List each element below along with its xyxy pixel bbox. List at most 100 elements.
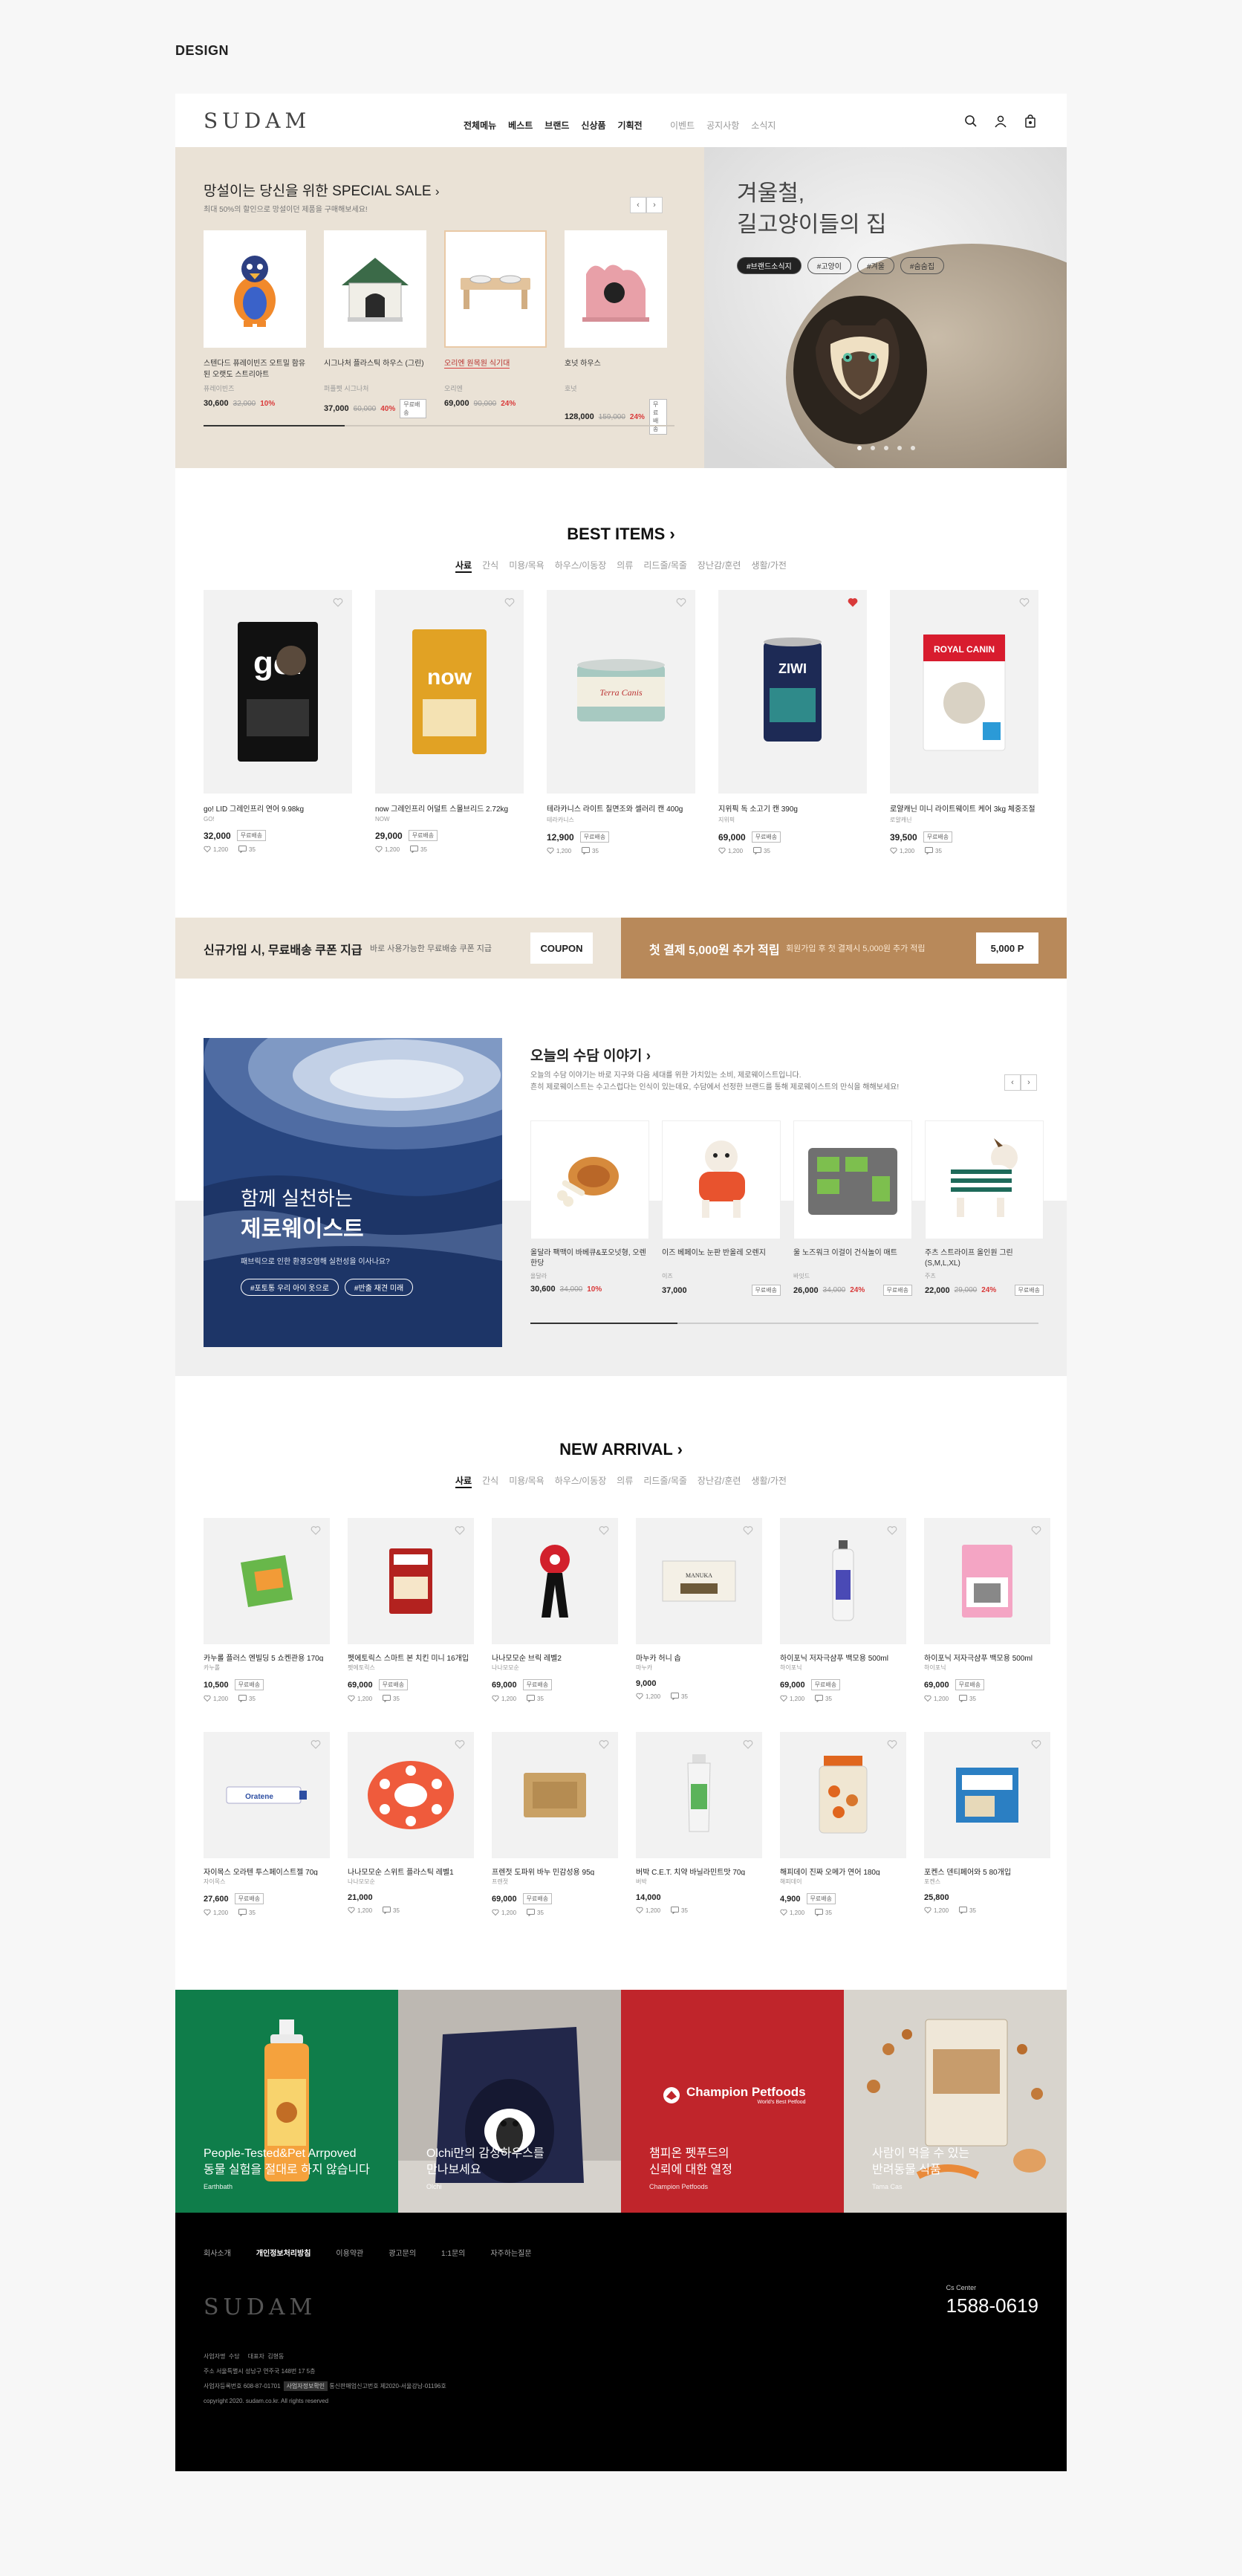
product-image[interactable]: now: [375, 590, 524, 794]
hero-banner[interactable]: 겨울철, 길고양이들의 집 #브랜드소식지 #고양이 #겨울 #숨숨집: [704, 147, 1067, 468]
brand-banner-earthbath[interactable]: People-Tested&Pet Arrpoved 동물 실험을 절대로 하지 …: [175, 1990, 398, 2213]
product-image[interactable]: [530, 1120, 649, 1239]
like-heart-icon[interactable]: [1031, 1739, 1041, 1750]
product-name[interactable]: 스텐다드 퓨레이빈즈 오트밀 함유된 오랫도 스트리아트: [204, 358, 306, 380]
hero-tag[interactable]: #겨울: [856, 257, 894, 274]
product-name[interactable]: 테라카니스 라이트 칠면조와 셀러리 캔 400g: [547, 802, 695, 813]
product-name[interactable]: 해피데이 진짜 오메가 연어 180g: [780, 1866, 906, 1875]
product-name[interactable]: 시그나처 플라스틱 하우스 (그린): [324, 358, 426, 380]
product-card[interactable]: go. go! LID 그레인프리 연어 9.98kg GO! 32,000 무료배송 1…: [204, 590, 352, 854]
product-card[interactable]: 나나모모순 브릭 레벨2 나나모모순 69,000 무료배송 1,200 35: [492, 1518, 618, 1702]
product-card[interactable]: now now 그레인프리 어덜트 스몰브리드 2.72kg NOW 29,000 무료…: [375, 590, 524, 854]
product-name[interactable]: 주츠 스트라이프 올인원 그린 (S,M,L,XL): [925, 1248, 1044, 1269]
carousel-dot[interactable]: [911, 446, 915, 450]
carousel-dot[interactable]: [871, 446, 875, 450]
product-image[interactable]: Oratene: [204, 1732, 330, 1858]
product-image[interactable]: [925, 1120, 1044, 1239]
product-image[interactable]: [348, 1518, 474, 1644]
product-image[interactable]: ZIWI: [718, 590, 867, 794]
cs-phone-number[interactable]: 1588-0619: [946, 2294, 1038, 2317]
cart-icon[interactable]: [1024, 114, 1037, 128]
story-product-card[interactable]: 울 노즈워크 이걸이 건식놀이 매트 바잇드 26,000 34,000 24% 무료배송: [793, 1120, 912, 1296]
product-image[interactable]: [924, 1518, 1050, 1644]
nav-event[interactable]: 이벤트: [670, 119, 695, 132]
product-image[interactable]: MANUKA: [636, 1518, 762, 1644]
category-tab[interactable]: 장난감/훈련: [698, 1474, 741, 1488]
category-tab[interactable]: 간식: [482, 559, 498, 573]
nav-brand[interactable]: 브랜드: [544, 119, 569, 132]
product-card[interactable]: Terra Canis 테라카니스 라이트 칠면조와 셀러리 캔 400g 테라카니…: [547, 590, 695, 854]
business-info-button[interactable]: 사업자정보확인: [283, 2381, 328, 2391]
new-arrival-title[interactable]: NEW ARRIVAL ›: [175, 1440, 1067, 1459]
sale-title[interactable]: 망설이는 당신을 위한 SPECIAL SALE ›: [204, 180, 440, 200]
product-name[interactable]: 프렌젓 도파위 바누 민감성용 95g: [492, 1866, 618, 1875]
product-card[interactable]: 펫에토릭스 스마트 본 치킨 미니 16개입 펫에토릭스 69,000 무료배송 1,2…: [348, 1518, 474, 1702]
footer-link[interactable]: 1:1문의: [441, 2247, 465, 2258]
category-tab[interactable]: 의류: [617, 559, 633, 573]
footer-link[interactable]: 자주하는질문: [490, 2247, 531, 2258]
like-heart-icon[interactable]: [455, 1739, 465, 1750]
like-heart-icon[interactable]: [676, 597, 686, 608]
nav-exhibition[interactable]: 기획전: [618, 119, 643, 132]
like-heart-icon[interactable]: [333, 597, 343, 608]
like-heart-icon[interactable]: [504, 597, 515, 608]
category-tab[interactable]: 미용/목욕: [509, 559, 544, 573]
hero-tag[interactable]: #고양이: [807, 257, 851, 274]
product-card[interactable]: ZIWI 지위픽 독 소고기 캔 390g 지위픽 69,000 무료배송 1,200 35: [718, 590, 867, 854]
product-card[interactable]: 포켄스 덴티페어와 5 80개입 포켄스 25,800 1,200 35: [924, 1732, 1050, 1916]
sale-item[interactable]: 오리엔 원목원 식기대 오리엔 69,000 90,000 24%: [444, 230, 547, 435]
like-heart-icon[interactable]: [310, 1525, 321, 1536]
product-name[interactable]: 오리엔 원목원 식기대: [444, 358, 547, 380]
category-tab[interactable]: 간식: [482, 1474, 498, 1488]
like-heart-icon[interactable]: [310, 1739, 321, 1750]
product-card[interactable]: 하이포닉 저자극샴푸 백모용 500ml 하이포닉 69,000 무료배송 1,200 3…: [924, 1518, 1050, 1702]
hero-tag[interactable]: #숨숨집: [900, 257, 945, 274]
brand-banner-olchi[interactable]: Olchi만의 감성하우스를 만나보세요 Olchi: [398, 1990, 621, 2213]
product-image[interactable]: [793, 1120, 912, 1239]
product-image[interactable]: [780, 1518, 906, 1644]
nav-best[interactable]: 베스트: [508, 119, 533, 132]
product-name[interactable]: 올달라 팩맥이 바베큐&포오넛형, 오렌 한당: [530, 1248, 649, 1269]
sale-scroll-thumb[interactable]: [204, 425, 345, 426]
product-image[interactable]: [662, 1120, 781, 1239]
footer-link[interactable]: 광고문의: [388, 2247, 416, 2258]
product-name[interactable]: go! LID 그레인프리 연어 9.98kg: [204, 802, 352, 813]
product-card[interactable]: 카누롤 플러스 엔빌딩 5 쇼켄관용 170g 카누롤 10,500 무료배송 1,20…: [204, 1518, 330, 1702]
category-tab[interactable]: 장난감/훈련: [698, 559, 741, 573]
brand-banner-champion[interactable]: Champion Petfoods World's Best Petfood 챔피…: [621, 1990, 844, 2213]
product-card[interactable]: MANUKA 마누카 허니 솝 마누카 9,000 1,200 35: [636, 1518, 762, 1702]
product-name[interactable]: 이즈 베페이노 눈판 반올레 오렌지: [662, 1248, 781, 1269]
product-card[interactable]: 해피데이 진짜 오메가 연어 180g 해피데이 4,900 무료배송 1,200 35: [780, 1732, 906, 1916]
footer-link[interactable]: 회사소개: [204, 2247, 231, 2258]
nav-all-menu[interactable]: 전체메뉴: [464, 119, 496, 132]
brand-banner-tamacas[interactable]: 사람이 먹을 수 있는 반려동물 식품 Tama Cas: [844, 1990, 1067, 2213]
category-tab[interactable]: 생활/가전: [751, 1474, 787, 1488]
carousel-dot[interactable]: [857, 446, 862, 450]
footer-logo[interactable]: SUDAM: [204, 2294, 316, 2320]
sale-item[interactable]: 스텐다드 퓨레이빈즈 오트밀 함유된 오랫도 스트리아트 퓨레이빈즈 30,60…: [204, 230, 306, 435]
like-heart-icon[interactable]: [1019, 597, 1030, 608]
category-tab[interactable]: 의류: [617, 1474, 633, 1488]
signup-coupon-banner[interactable]: 신규가입 시, 무료배송 쿠폰 지급 바로 사용가능한 무료배송 쿠폰 지급 C…: [175, 918, 621, 979]
product-image[interactable]: [492, 1518, 618, 1644]
carousel-dot[interactable]: [897, 446, 902, 450]
coupon-button[interactable]: COUPON: [530, 932, 593, 964]
category-tab[interactable]: 리드줄/목줄: [643, 559, 687, 573]
product-image[interactable]: [780, 1732, 906, 1858]
product-name[interactable]: 포켄스 덴티페어와 5 80개입: [924, 1866, 1050, 1875]
nav-new[interactable]: 신상품: [581, 119, 605, 132]
product-name[interactable]: 지위픽 독 소고기 캔 390g: [718, 802, 867, 813]
next-arrow-icon[interactable]: ›: [1021, 1074, 1037, 1091]
like-heart-icon[interactable]: [743, 1739, 753, 1750]
product-name[interactable]: 하이포닉 저자극샴푸 백모용 500ml: [780, 1652, 906, 1661]
banner-tag[interactable]: #포토통 우리 아이 옷으로: [241, 1279, 339, 1296]
nav-notice[interactable]: 공지사항: [706, 119, 739, 132]
product-name[interactable]: 펫에토릭스 스마트 본 치킨 미니 16개입: [348, 1652, 474, 1661]
sale-item[interactable]: 호넛 하우스 호넛 128,000 159,000 24% 무료배송: [565, 230, 667, 435]
search-icon[interactable]: [964, 114, 978, 128]
product-name[interactable]: now 그레인프리 어덜트 스몰브리드 2.72kg: [375, 802, 524, 813]
like-heart-icon[interactable]: [887, 1525, 897, 1536]
like-heart-icon[interactable]: [599, 1525, 609, 1536]
product-name[interactable]: 자이목스 오라텐 투스페이스트젤 70g: [204, 1866, 330, 1875]
category-tab[interactable]: 생활/가전: [751, 559, 787, 573]
